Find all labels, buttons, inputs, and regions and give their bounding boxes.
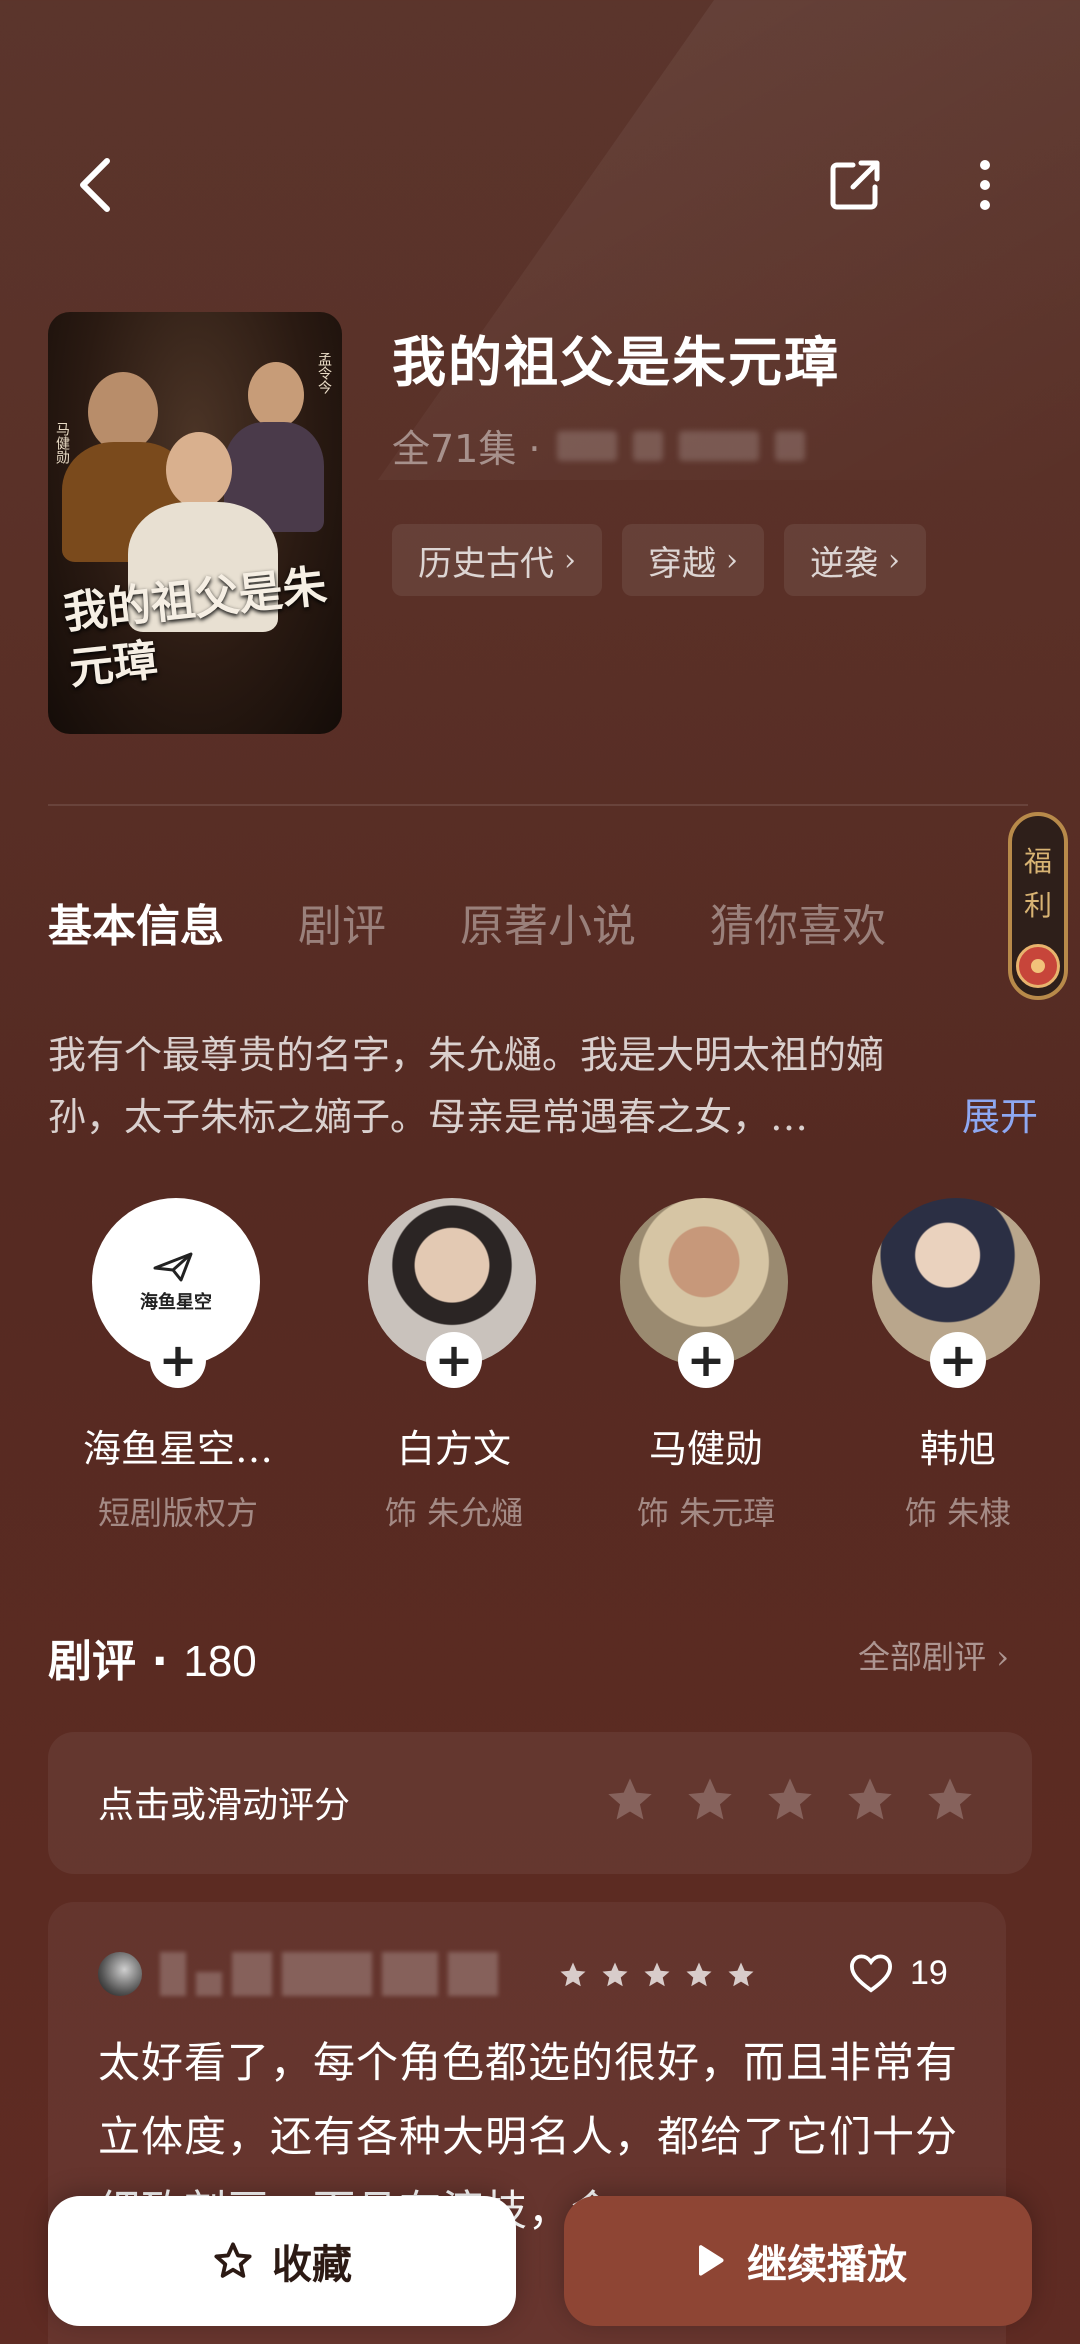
tag-history[interactable]: 历史古代 ›	[392, 524, 602, 596]
follow-plus-icon[interactable]: +	[150, 1332, 206, 1388]
star-icon	[602, 1962, 628, 1987]
reviews-count: 180	[183, 1637, 257, 1686]
tab-recommend[interactable]: 猜你喜欢	[710, 890, 886, 954]
episode-count: 全71集 ·	[392, 427, 541, 471]
chevron-right-icon: ›	[564, 542, 576, 578]
star-icon	[644, 1962, 670, 1987]
follow-plus-icon[interactable]: +	[930, 1332, 986, 1388]
avatar	[98, 1952, 142, 1996]
chevron-right-icon: ›	[726, 542, 738, 578]
background-decoration	[377, 0, 1080, 480]
star-icon[interactable]	[924, 1774, 976, 1826]
all-reviews-link[interactable]: 全部剧评 ›	[858, 1632, 1009, 1678]
more-vertical-icon	[980, 160, 990, 210]
poster-cast-text: 马健勋	[54, 422, 70, 464]
like-count: 19	[910, 1953, 948, 1992]
more-button[interactable]	[950, 150, 1020, 220]
tag-label: 逆袭	[810, 543, 878, 584]
redacted-text	[774, 430, 805, 461]
cast-name: 白方文	[396, 1427, 511, 1471]
redacted-text	[556, 430, 617, 461]
cast-role: 饰 朱元璋	[636, 1494, 776, 1532]
poster-image[interactable]: 马健勋 孟令今 我的祖父是朱元璋	[48, 312, 342, 734]
synopsis: 我有个最尊贵的名字，朱允熥。我是大明太祖的嫡 孙，太子朱标之嫡子。母亲是常遇春之…	[48, 1024, 1038, 1148]
reviews-heading: 剧评 · 180	[48, 1625, 257, 1689]
star-icon	[560, 1962, 586, 1987]
genre-tags: 历史古代 › 穿越 › 逆袭 ›	[392, 524, 926, 596]
rating-card[interactable]: 点击或滑动评分	[48, 1732, 1032, 1874]
tag-label: 穿越	[648, 543, 716, 584]
star-icon	[728, 1962, 754, 1987]
chevron-right-icon: ›	[986, 1638, 1009, 1676]
star-outline-icon	[214, 2242, 252, 2278]
top-bar	[0, 150, 1080, 230]
collect-button[interactable]: 收藏	[48, 2196, 516, 2326]
like-button[interactable]: 19	[848, 1952, 948, 1994]
heart-icon	[849, 1954, 893, 1993]
cast-list: 海鱼星空 + 海鱼星空… 短剧版权方 + 白方文 饰 朱允熥 + 马健勋 饰 朱…	[48, 1198, 1080, 1548]
studio-logo-text: 海鱼星空	[140, 1292, 212, 1313]
expand-button[interactable]: 展开	[962, 1086, 1038, 1148]
chevron-right-icon: ›	[888, 542, 900, 578]
redacted-text	[632, 430, 663, 461]
rating-prompt: 点击或滑动评分	[98, 1785, 351, 1826]
redacted-username	[160, 1952, 498, 1996]
review-stars	[558, 1960, 756, 1990]
welfare-button[interactable]: 福利	[1008, 812, 1068, 1000]
tab-reviews[interactable]: 剧评	[298, 890, 386, 954]
star-icon[interactable]	[604, 1774, 656, 1826]
collect-label: 收藏	[272, 2241, 352, 2288]
cast-role: 短剧版权方	[97, 1494, 258, 1532]
play-icon	[699, 2245, 724, 2276]
play-label: 继续播放	[747, 2241, 907, 2288]
synopsis-line: 我有个最尊贵的名字，朱允熥。我是大明太祖的嫡	[48, 1033, 885, 1077]
back-button[interactable]	[60, 150, 130, 220]
show-meta: 全71集 ·	[392, 418, 805, 473]
tag-comeback[interactable]: 逆袭 ›	[784, 524, 926, 596]
section-divider	[48, 804, 1028, 806]
star-icon[interactable]	[684, 1774, 736, 1826]
tag-time-travel[interactable]: 穿越 ›	[622, 524, 764, 596]
cast-name: 韩旭	[919, 1427, 996, 1471]
cast-role: 饰 朱棣	[904, 1494, 1012, 1532]
star-icon	[686, 1962, 712, 1987]
all-reviews-label: 全部剧评	[858, 1638, 987, 1676]
tab-novel[interactable]: 原著小说	[460, 890, 636, 954]
welfare-label: 福利	[1023, 845, 1052, 922]
share-icon	[830, 160, 880, 210]
follow-plus-icon[interactable]: +	[678, 1332, 734, 1388]
star-icon[interactable]	[844, 1774, 896, 1826]
cast-name: 马健勋	[648, 1427, 763, 1471]
poster-cast-text: 孟令今	[316, 352, 332, 394]
follow-plus-icon[interactable]: +	[426, 1332, 482, 1388]
show-title: 我的祖父是朱元璋	[392, 330, 840, 394]
share-button[interactable]	[820, 150, 890, 220]
cast-name: 海鱼星空…	[82, 1427, 273, 1471]
tag-label: 历史古代	[418, 543, 554, 584]
studio-logo-icon	[153, 1252, 193, 1282]
reviews-dot: ·	[136, 1636, 184, 1687]
cast-role: 饰 朱允熥	[384, 1494, 524, 1532]
coin-icon	[1016, 944, 1060, 988]
back-arrow-icon	[80, 158, 110, 212]
synopsis-line: 孙，太子朱标之嫡子。母亲是常遇春之女，…	[48, 1095, 809, 1139]
star-icon[interactable]	[764, 1774, 816, 1826]
redacted-text	[678, 430, 759, 461]
tab-basic-info[interactable]: 基本信息	[48, 890, 224, 954]
poster-title: 我的祖父是朱元璋	[61, 560, 329, 695]
continue-play-button[interactable]: 继续播放	[564, 2196, 1032, 2326]
tab-bar: 基本信息 剧评 原著小说 猜你喜欢	[48, 890, 960, 954]
reviews-title: 剧评	[48, 1636, 136, 1687]
rating-stars[interactable]	[604, 1774, 976, 1826]
